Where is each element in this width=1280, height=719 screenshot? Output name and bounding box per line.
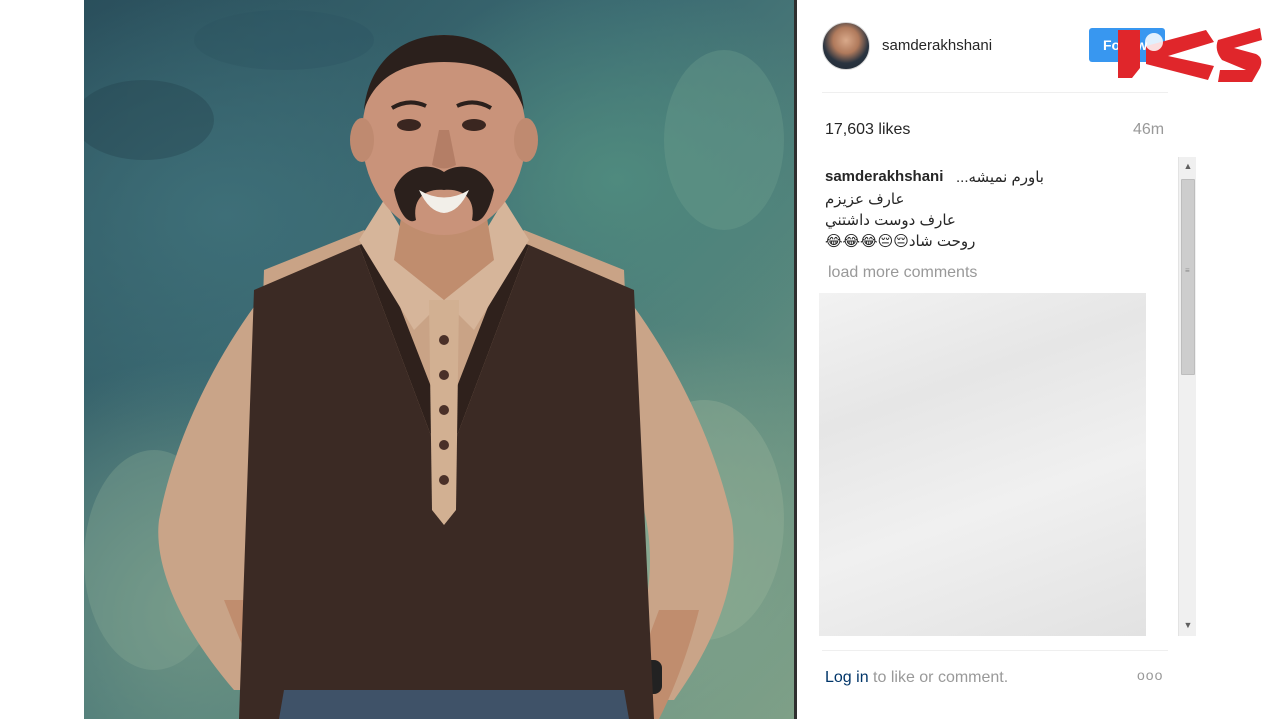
comments-scrollbar[interactable]: ▲ ≡ ▼ (1178, 157, 1196, 636)
blurred-comments-area (819, 293, 1146, 636)
scroll-down-icon[interactable]: ▼ (1179, 616, 1197, 634)
caption-line-3: عارف دوست داشتني (825, 212, 956, 229)
likes-count[interactable]: 17,603 likes (825, 121, 910, 139)
post-photo[interactable] (84, 0, 794, 719)
header-divider (822, 92, 1168, 93)
footer-divider (822, 650, 1168, 651)
username-link[interactable]: samderakhshani (882, 37, 992, 54)
scroll-up-icon[interactable]: ▲ (1179, 157, 1197, 175)
login-prompt: Log in to like or comment. (825, 669, 1008, 687)
caption-username[interactable]: samderakhshani (825, 168, 943, 185)
load-more-comments-link[interactable]: load more comments (828, 264, 977, 282)
login-prompt-text: to like or comment. (868, 669, 1009, 686)
photo-border (794, 0, 797, 719)
login-link[interactable]: Log in (825, 669, 869, 686)
scrollbar-grip-icon: ≡ (1185, 266, 1190, 275)
instagram-post-view: samderakhshani Follow 17,603 likes 46m s… (0, 0, 1280, 719)
post-time[interactable]: 46m (1133, 121, 1164, 139)
comments-section: samderakhshani باورم نميشه... عارف عزيزم… (818, 160, 1178, 636)
caption-line-1: باورم نميشه... (956, 169, 1044, 186)
person-illustration (84, 10, 784, 719)
scrollbar-thumb[interactable]: ≡ (1181, 179, 1195, 375)
caption-line-2: عارف عزيزم (825, 191, 905, 208)
more-options-icon[interactable]: ooo (1137, 667, 1163, 683)
caption-line-4: روحت شاد😔😔😂😂😂 (825, 233, 976, 250)
avatar[interactable] (822, 22, 870, 70)
watermark-logo (1118, 28, 1262, 82)
